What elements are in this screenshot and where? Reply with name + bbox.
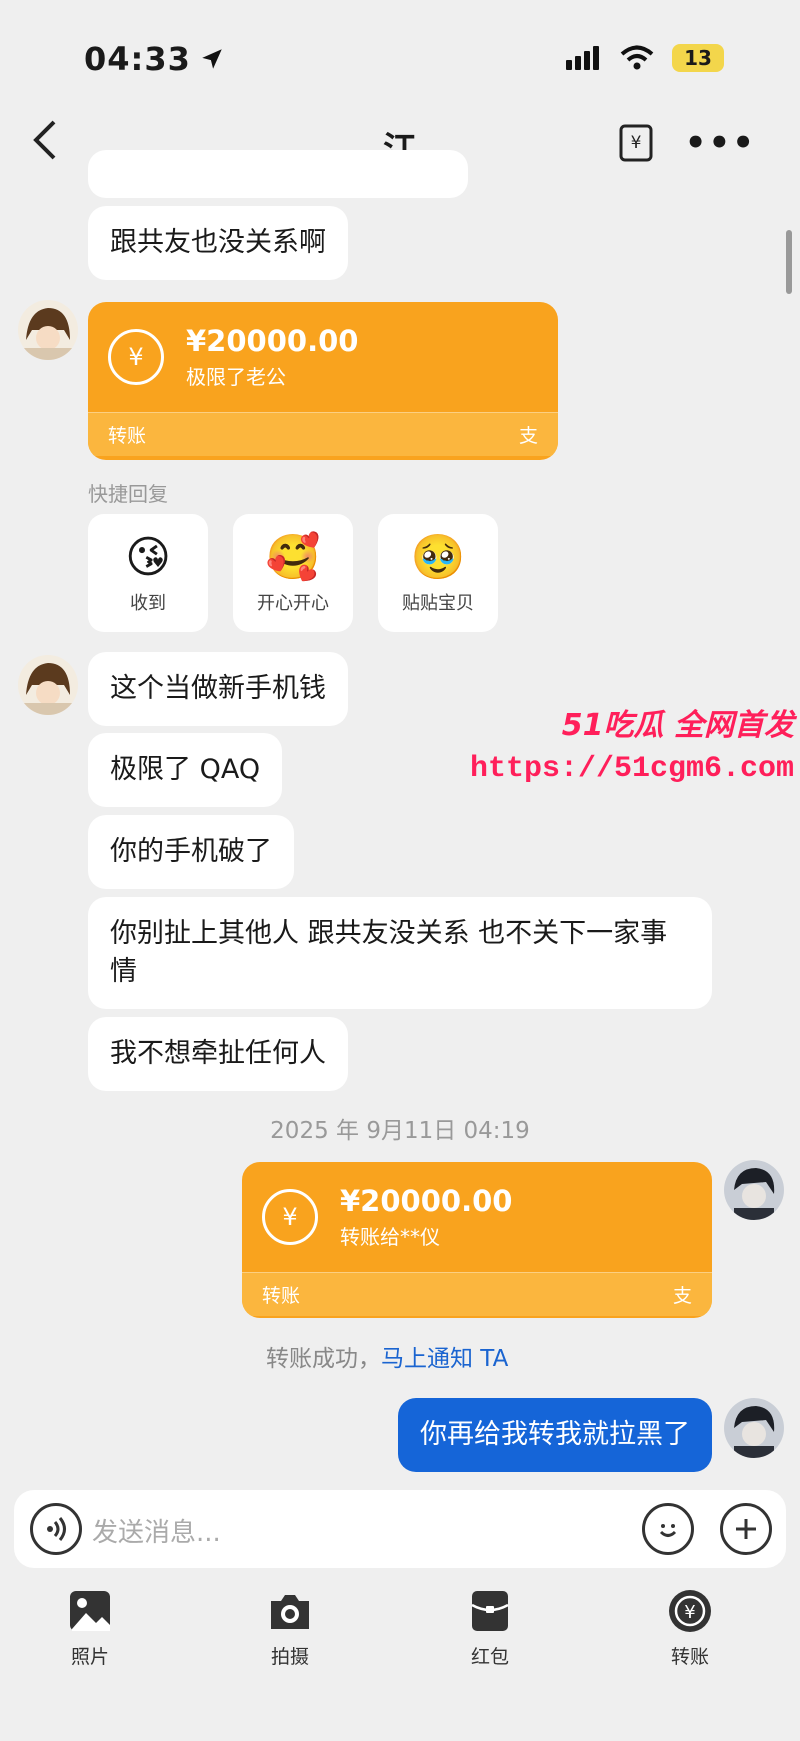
transfer-note: 极限了老公 bbox=[186, 365, 286, 389]
wifi-icon bbox=[620, 45, 654, 70]
status-indicators: 13 bbox=[566, 44, 724, 72]
alipay-icon: 支 bbox=[672, 1285, 692, 1307]
transfer-amount: ¥20000.00 bbox=[340, 1184, 513, 1218]
toolbar-label: 拍摄 bbox=[270, 1646, 309, 1668]
quick-reply-happy[interactable]: 🥰 开心开心 bbox=[233, 514, 353, 632]
status-time: 04:33 bbox=[84, 40, 225, 78]
transfer-card-outgoing[interactable]: ¥ ¥20000.00 转账给**仪 转账 支 bbox=[242, 1162, 712, 1318]
nav-actions: ¥ ••• bbox=[619, 124, 756, 162]
notify-link[interactable]: 马上通知 TA bbox=[381, 1346, 508, 1372]
message-text: 你别扯上其他人 跟共友没关系 也不关下一家事情 bbox=[110, 918, 668, 987]
message-text: 极限了 QAQ bbox=[110, 754, 261, 785]
transfer-note: 转账给**仪 bbox=[340, 1225, 440, 1249]
emoji-icon[interactable] bbox=[642, 1503, 694, 1555]
my-message-bubble: 你再给我转我就拉黑了 bbox=[398, 1398, 712, 1472]
self-avatar[interactable] bbox=[724, 1398, 784, 1458]
message-text: 跟共友也没关系啊 bbox=[110, 227, 326, 258]
signal-icon bbox=[566, 46, 599, 70]
transfer-card-incoming[interactable]: ¥ ¥20000.00 极限了老公 转账 支 bbox=[88, 302, 558, 460]
message-timestamp: 2025 年 9月11日 04:19 bbox=[270, 1118, 530, 1144]
message-text: 你的手机破了 bbox=[110, 836, 272, 867]
transfer-record-icon[interactable]: ¥ bbox=[619, 124, 655, 162]
quick-reply-text: 收到 bbox=[130, 592, 166, 614]
quick-reply-text: 开心开心 bbox=[257, 593, 329, 614]
alipay-icon: 支 bbox=[518, 425, 538, 447]
photo-icon bbox=[67, 1588, 113, 1634]
transfer-success-note: 转账成功，马上通知 TA bbox=[266, 1339, 508, 1373]
message-text: 你再给我转我就拉黑了 bbox=[420, 1419, 690, 1450]
toolbar-transfer[interactable]: ¥ 转账 bbox=[640, 1588, 740, 1669]
message-text: 我不想牵扯任何人 bbox=[110, 1038, 326, 1069]
quick-reply-text: 贴贴宝贝 bbox=[402, 593, 474, 614]
status-time-text: 04:33 bbox=[84, 40, 191, 78]
message-bubble: 跟共友也没关系啊 bbox=[88, 206, 348, 280]
more-icon[interactable]: ••• bbox=[685, 126, 756, 160]
transfer-label: 转账 bbox=[108, 425, 147, 447]
hug-emoji-icon: 🥰 bbox=[265, 532, 321, 583]
red-packet-icon bbox=[467, 1588, 513, 1634]
message-text: 这个当做新手机钱 bbox=[110, 673, 326, 704]
transfer-icon: ¥ bbox=[667, 1588, 713, 1634]
toolbar-red-packet[interactable]: 红包 bbox=[440, 1588, 540, 1669]
self-avatar[interactable] bbox=[724, 1160, 784, 1220]
battery-level: 13 bbox=[684, 46, 712, 70]
toolbar-label: 红包 bbox=[470, 1646, 509, 1668]
transfer-yuan-icon: ¥ bbox=[262, 1189, 318, 1245]
voice-icon[interactable] bbox=[30, 1503, 82, 1555]
kiss-emoji-icon: 😘 bbox=[125, 531, 171, 583]
message-input[interactable]: 发送消息... bbox=[92, 1512, 221, 1549]
toolbar-label: 照片 bbox=[70, 1646, 109, 1668]
toolbar-camera[interactable]: 拍摄 bbox=[240, 1588, 340, 1669]
battery-icon: 13 bbox=[672, 44, 724, 72]
contact-avatar[interactable] bbox=[18, 300, 78, 360]
quick-reply-cuddle[interactable]: 🥹 贴贴宝贝 bbox=[378, 514, 498, 632]
toolbar-label: 转账 bbox=[670, 1646, 709, 1668]
transfer-yuan-icon: ¥ bbox=[108, 329, 164, 385]
message-bubble: 我不想牵扯任何人 bbox=[88, 1017, 348, 1091]
transfer-label: 转账 bbox=[262, 1285, 301, 1307]
contact-avatar[interactable] bbox=[18, 655, 78, 715]
watermark-title: 51吃瓜 全网首发 bbox=[561, 708, 794, 743]
message-bubble: 你别扯上其他人 跟共友没关系 也不关下一家事情 bbox=[88, 897, 712, 1009]
svg-text:¥: ¥ bbox=[630, 133, 641, 153]
plus-icon[interactable] bbox=[720, 1503, 772, 1555]
quick-reply-label: 快捷回复 bbox=[88, 482, 168, 506]
watermark-url: https://51cgm6.com bbox=[469, 752, 794, 786]
message-bubble: 极限了 QAQ bbox=[88, 733, 283, 807]
quick-reply-received[interactable]: 😘 收到 bbox=[88, 514, 208, 632]
scrollbar[interactable] bbox=[786, 230, 792, 294]
location-arrow-icon bbox=[202, 49, 222, 69]
success-text: 转账成功， bbox=[266, 1346, 381, 1372]
message-bubble: 你的手机破了 bbox=[88, 815, 294, 889]
toolbar-photo[interactable]: 照片 bbox=[40, 1588, 140, 1669]
partial-bubble bbox=[88, 150, 468, 198]
watermark: 51吃瓜 全网首发 https://51cgm6.com bbox=[470, 700, 794, 786]
camera-icon bbox=[267, 1588, 313, 1634]
svg-text:¥: ¥ bbox=[684, 1602, 695, 1623]
cute-emoji-icon: 🥹 bbox=[410, 532, 466, 583]
message-bubble: 这个当做新手机钱 bbox=[88, 652, 348, 726]
transfer-amount: ¥20000.00 bbox=[186, 324, 359, 358]
